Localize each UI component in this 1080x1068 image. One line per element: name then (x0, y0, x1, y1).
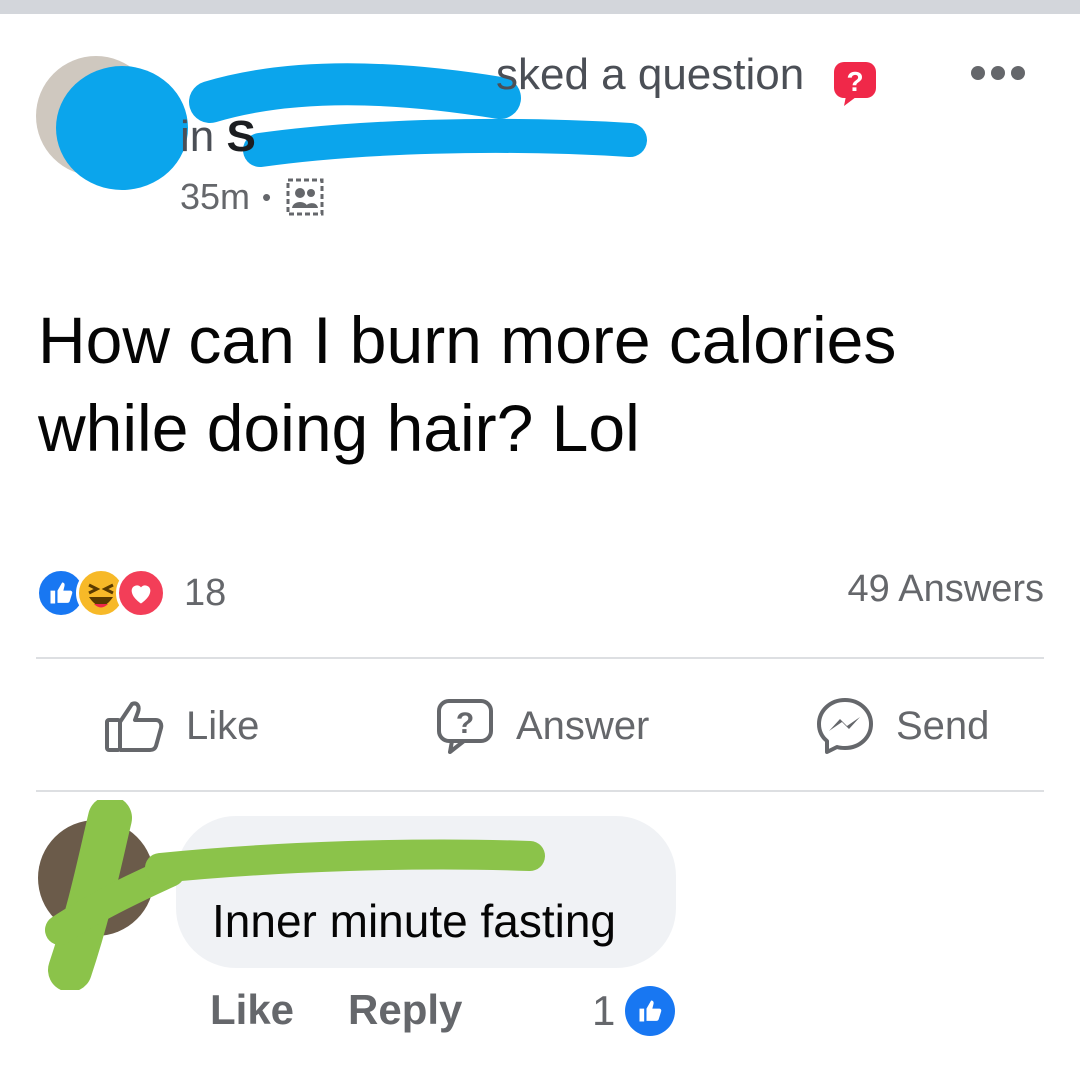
reaction-summary[interactable]: 18 (36, 566, 226, 620)
top-bar (0, 0, 1080, 14)
question-badge-icon: ? (834, 62, 876, 106)
answer-label: Answer (516, 703, 650, 748)
thumbs-up-icon (105, 701, 164, 752)
divider (36, 790, 1044, 792)
post-time[interactable]: 35m (180, 176, 250, 218)
send-button[interactable]: Send (816, 688, 989, 764)
svg-text:?: ? (456, 707, 474, 740)
post-body: How can I burn more calories while doing… (38, 303, 897, 465)
divider (36, 657, 1044, 659)
group-prefix: in (180, 112, 215, 161)
love-reaction-icon (116, 568, 166, 618)
group-privacy-icon (286, 178, 324, 216)
group-name[interactable]: S (226, 112, 255, 161)
comment-like-count: 1 (592, 987, 616, 1034)
answers-count[interactable]: 49 Answers (848, 568, 1044, 611)
comment-reactions[interactable]: 1 (592, 986, 676, 1036)
reaction-count: 18 (184, 571, 227, 614)
asked-question-text: sked a question (496, 50, 805, 99)
comment-text: Inner minute fasting (212, 895, 617, 947)
send-label: Send (896, 703, 990, 748)
messenger-icon (817, 698, 873, 754)
post-meta: 35m • (180, 176, 325, 218)
comment-like-button[interactable]: Like (210, 986, 294, 1034)
like-label: Like (186, 703, 260, 748)
more-options-icon[interactable] (968, 58, 1028, 88)
svg-text:?: ? (846, 66, 863, 97)
comment-reply-button[interactable]: Reply (348, 986, 462, 1034)
question-bubble-icon: ? (437, 699, 493, 754)
answer-button[interactable]: ? Answer (436, 688, 649, 764)
meta-separator: • (262, 181, 272, 212)
group-line: in S (180, 112, 256, 162)
post-header-line: sked a question (180, 50, 804, 100)
like-button[interactable]: Like (104, 688, 259, 764)
like-reaction-icon (625, 986, 676, 1036)
